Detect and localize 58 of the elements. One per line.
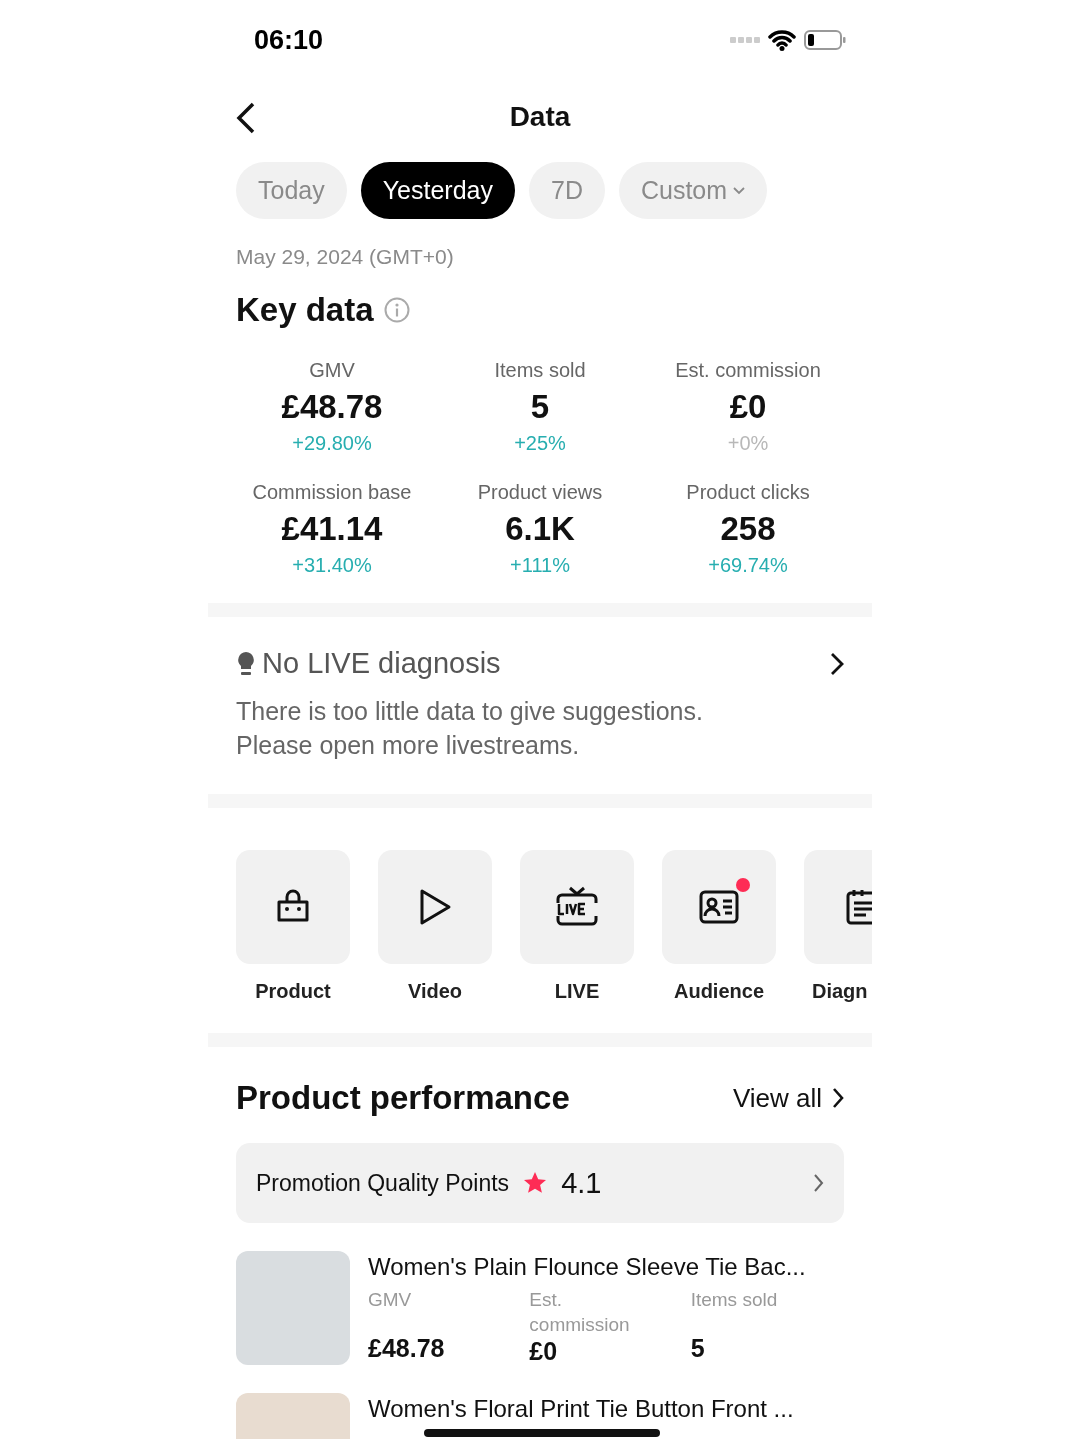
metric-change: +69.74% [708,554,788,577]
status-time: 06:10 [254,24,324,56]
section-title: Product performance [236,1079,570,1117]
metric-label: Commission base [252,481,412,504]
stat-label: Est. commission [529,1288,631,1337]
metric-value: £0 [729,388,767,426]
diagnosis-title: No LIVE diagnosis [262,647,502,680]
quality-points-row[interactable]: Promotion Quality Points 4.1 [236,1143,844,1223]
metric-change: +31.40% [292,554,372,577]
metric-change: +111% [510,554,570,577]
metric-change: +29.80% [292,432,372,455]
shortcut-tile[interactable] [236,850,350,964]
back-icon[interactable] [236,102,256,134]
metric-label: Est. commission [675,359,821,382]
document-icon [846,888,872,926]
view-all-link[interactable]: View all [732,1082,844,1114]
stat-label: Items sold [690,1288,779,1312]
shortcut-tile[interactable] [378,850,492,964]
diagnosis-text: There is too little data to give suggestions. Please open more livestreams. [236,696,704,761]
shortcut-label: LIVE [554,980,600,1003]
battery-icon [804,29,846,51]
play-icon [418,888,452,926]
metric-label: Product clicks [686,481,810,504]
tv-icon [555,885,599,929]
metric-value: 258 [720,510,776,548]
stat-value: 5 [690,1334,706,1363]
metric-label: GMV [309,359,355,382]
stat-label: GMV [368,1288,413,1312]
section-title: Key data [236,291,374,329]
metric-change: +25% [514,432,566,455]
chevron-right-icon [832,1087,844,1109]
page-title: Data [509,101,571,133]
stat-value: £48.78 [368,1334,446,1363]
product-title[interactable]: Women's Floral Print Tie Button Front ... [368,1395,844,1423]
shortcut-tile[interactable] [662,850,776,964]
chevron-right-icon [814,1174,824,1192]
lightbulb-icon [236,650,256,677]
metric-label: Product views [477,481,603,504]
stat-value: £0 [529,1337,559,1366]
metric-change: +0% [727,432,769,455]
shortcut-label: Video [407,980,463,1003]
date-label: May 29, 2024 (GMT+0) [235,244,455,269]
wifi-icon [768,29,796,51]
shortcut-tile[interactable] [520,850,634,964]
shortcut-label: Diagn [811,980,868,1003]
id-card-icon [699,889,739,925]
metric-value: 5 [530,388,550,426]
metric-value: £41.14 [281,510,383,548]
metric-value: £48.78 [281,388,383,426]
metric-label: Items sold [494,359,586,382]
product-title[interactable]: Women's Plain Flounce Sleeve Tie Bac... [368,1253,844,1281]
star-icon [523,1171,548,1195]
shortcut-label: Audience [674,980,764,1003]
date-tab[interactable]: Yesterday [360,162,515,219]
shortcut-label: Product [255,980,331,1003]
signal-icon [730,37,760,43]
metric-value: 6.1K [505,510,575,548]
chevron-right-icon[interactable] [830,651,844,676]
